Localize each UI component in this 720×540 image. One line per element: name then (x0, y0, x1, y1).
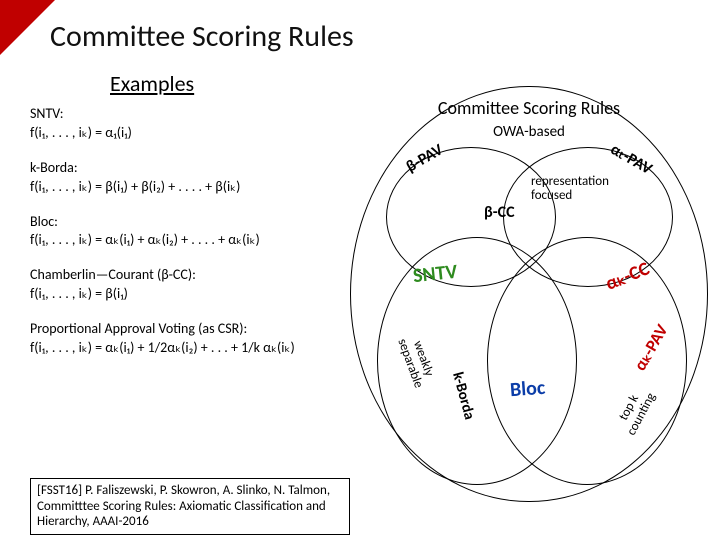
rule-name: Proportional Approval Voting (as CSR): (30, 320, 340, 339)
venn-diagram: Committee Scoring Rules OWA-based β-PAV … (350, 86, 708, 502)
rule-bloc: Bloc: f(i₁, . . . , iₖ) = αₖ(i₁) + αₖ(i₂… (30, 213, 340, 251)
label-bloc: Bloc (509, 376, 546, 402)
rule-name: SNTV: (30, 105, 340, 124)
rule-kborda: k-Borda: f(i₁, . . . , iₖ) = β(i₁) + β(i… (30, 159, 340, 197)
label-beta-cc: β-CC (484, 203, 515, 222)
owa-label: OWA-based (351, 123, 707, 141)
rule-name: Chamberlin—Courant (β-CC): (30, 266, 340, 285)
rule-name: Bloc: (30, 213, 340, 232)
rule-formula: f(i₁, . . . , iₖ) = αₖ(i₁) + 1/2αₖ(i₂) +… (30, 339, 340, 358)
rule-sntv: SNTV: f(i₁, . . . , iₖ) = α₁(i₁) (30, 105, 340, 143)
rule-formula: f(i₁, . . . , iₖ) = β(i₁) + β(i₂) + . . … (30, 178, 340, 197)
oval-right-big (487, 237, 687, 485)
red-corner (0, 0, 55, 55)
rule-formula: f(i₁, . . . , iₖ) = β(i₁) (30, 285, 340, 304)
label-representation: representation focused (531, 175, 641, 204)
reference-box: [FSST16] P. Faliszewski, P. Skowron, A. … (30, 478, 350, 535)
rule-formula: f(i₁, . . . , iₖ) = αₖ(i₁) + αₖ(i₂) + . … (30, 231, 340, 250)
rule-name: k-Borda: (30, 159, 340, 178)
label-sntv: SNTV (412, 260, 459, 289)
rule-cc: Chamberlin—Courant (β-CC): f(i₁, . . . ,… (30, 266, 340, 304)
diagram-title: Committee Scoring Rules (351, 97, 707, 119)
rule-pav: Proportional Approval Voting (as CSR): f… (30, 320, 340, 358)
rules-list: SNTV: f(i₁, . . . , iₖ) = α₁(i₁) k-Borda… (30, 105, 340, 374)
rule-formula: f(i₁, . . . , iₖ) = α₁(i₁) (30, 124, 340, 143)
page-title: Committee Scoring Rules (50, 18, 354, 55)
examples-heading: Examples (110, 70, 194, 97)
